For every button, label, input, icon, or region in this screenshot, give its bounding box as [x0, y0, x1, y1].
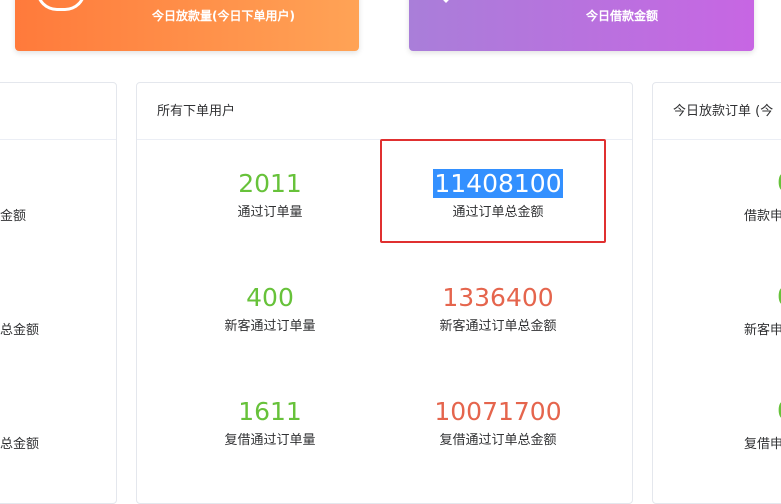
- stat-label: 通过订单量: [237, 205, 303, 220]
- right-caption-1: 借款申: [744, 209, 781, 224]
- stat-value: 1611: [238, 397, 302, 426]
- stat-repeat-approved-orders: 1611 复借通过订单量: [155, 396, 385, 450]
- left-panel-header: [0, 83, 116, 140]
- stat-value: 10071700: [434, 397, 562, 426]
- right-caption-2: 新客申: [744, 323, 781, 338]
- right-value-1: 0: [777, 168, 781, 197]
- stat-label: 复借通过订单总金额: [439, 433, 557, 448]
- stat-label: 新客通过订单量: [224, 319, 316, 334]
- stat-label: 复借通过订单量: [224, 433, 316, 448]
- today-loan-amount-card: 今日借款金额: [409, 0, 754, 51]
- circle-icon: [36, 0, 86, 11]
- left-caption-3: 总金额: [0, 437, 40, 452]
- highlight-annotation-box: [380, 139, 606, 243]
- right-value-3: 0: [777, 396, 781, 425]
- stat-value: 400: [246, 283, 294, 312]
- stat-approved-orders: 2011 通过订单量: [155, 168, 385, 222]
- stat-label: 新客通过订单总金额: [439, 319, 557, 334]
- stat-new-approved-amount: 1336400 新客通过订单总金额: [383, 282, 613, 336]
- stat-repeat-approved-amount: 10071700 复借通过订单总金额: [383, 396, 613, 450]
- stat-new-approved-orders: 400 新客通过订单量: [155, 282, 385, 336]
- stat-value: 2011: [238, 169, 302, 198]
- today-loan-count-card: 今日放款量(今日下单用户): [15, 0, 359, 51]
- left-caption-1: 金额: [0, 209, 27, 224]
- left-caption-2: 总金额: [0, 323, 40, 338]
- today-loan-count-label: 今日放款量(今日下单用户): [152, 9, 295, 23]
- right-value-2: 0: [777, 282, 781, 311]
- right-panel-title: 今日放款订单 (今: [653, 83, 781, 140]
- chevron-down-icon: [436, 0, 456, 3]
- panel-title: 所有下单用户: [137, 83, 632, 140]
- right-caption-3: 复借申: [744, 437, 781, 452]
- stat-value: 1336400: [442, 283, 554, 312]
- today-loan-amount-label: 今日借款金额: [586, 9, 659, 23]
